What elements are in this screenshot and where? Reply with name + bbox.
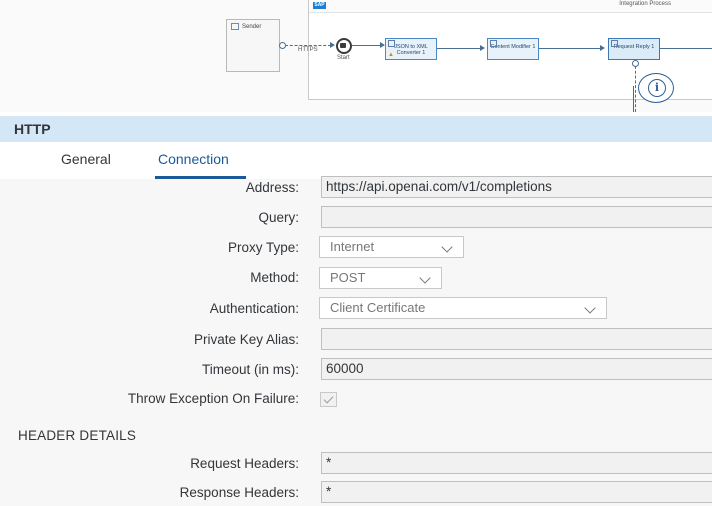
query-field[interactable] (321, 206, 712, 228)
start-message-event[interactable] (336, 38, 352, 54)
flow-edge-1[interactable] (352, 45, 382, 46)
chevron-down-icon (441, 241, 453, 253)
method-label: Method: (250, 270, 299, 285)
throw-exception-checkbox[interactable] (320, 392, 337, 407)
method-value: POST (330, 270, 366, 285)
response-headers-label: Response Headers: (179, 485, 299, 500)
json-to-xml-converter-step[interactable]: JSON to XML Converter 1 ▲ (385, 38, 437, 60)
connection-form: Address: https://api.openai.com/v1/compl… (0, 176, 712, 506)
converter-icon (388, 40, 395, 47)
proxy-type-select[interactable]: Internet (319, 236, 464, 258)
content-modifier-icon (490, 40, 497, 47)
flow-edge-3[interactable] (539, 48, 601, 49)
sap-logo: SAP (313, 2, 326, 9)
step-label: Content Modifier 1 (490, 44, 536, 50)
channel-label: HTTPS (298, 47, 318, 53)
step-label: JSON to XML Converter 1 (394, 44, 428, 56)
sender-channel-edge[interactable] (285, 45, 331, 46)
flow-arrow-2 (480, 45, 485, 51)
timeout-field[interactable]: 60000 (321, 358, 712, 380)
request-reply-icon (611, 40, 618, 47)
start-label: Start (337, 55, 350, 61)
pool-title: Integration Process (619, 1, 671, 7)
method-select[interactable]: POST (319, 267, 442, 289)
tab-general[interactable]: General (61, 151, 111, 167)
authentication-value: Client Certificate (330, 300, 426, 315)
proxy-type-label: Proxy Type: (227, 240, 299, 255)
tab-connection[interactable]: Connection (158, 151, 229, 167)
sender-channel-arrow (330, 42, 335, 48)
chevron-down-icon (419, 272, 431, 284)
response-headers-field[interactable]: * (321, 481, 712, 503)
authentication-label: Authentication: (209, 301, 299, 316)
flow-arrow-3 (600, 45, 605, 51)
receiver-channel-edge[interactable] (635, 66, 636, 112)
participant-icon (231, 23, 239, 30)
sender-label: Sender (242, 24, 262, 31)
throw-exception-label: Throw Exception On Failure: (127, 391, 299, 406)
private-key-alias-label: Private Key Alias: (193, 332, 299, 347)
sender-header: Sender (227, 20, 279, 30)
step-label: Request Reply 1 (613, 44, 655, 50)
panel-title: HTTP (0, 116, 712, 142)
receiver-info-icon[interactable]: i (638, 73, 674, 103)
properties-tabs: General Connection (0, 142, 712, 180)
private-key-alias-field[interactable] (321, 328, 712, 350)
warning-icon: ▲ (388, 52, 394, 58)
header-details-heading: HEADER DETAILS (18, 428, 137, 443)
timeout-label: Timeout (in ms): (201, 362, 299, 377)
flow-edge-4[interactable] (660, 48, 712, 49)
request-headers-label: Request Headers: (190, 456, 299, 471)
query-label: Query: (258, 210, 299, 225)
chevron-down-icon (584, 302, 596, 314)
integration-flow-canvas[interactable]: SAP Integration Process Sender HTTPS Sta… (0, 0, 712, 112)
request-reply-step[interactable]: Request Reply 1 (608, 38, 660, 60)
address-field[interactable]: https://api.openai.com/v1/completions (321, 176, 712, 198)
content-modifier-step[interactable]: Content Modifier 1 (487, 38, 539, 60)
flow-edge-2[interactable] (437, 48, 482, 49)
authentication-select[interactable]: Client Certificate (319, 297, 607, 319)
address-label: Address: (245, 180, 299, 195)
sender-participant[interactable]: Sender (226, 19, 280, 72)
proxy-type-value: Internet (330, 239, 375, 254)
info-icon: i (648, 79, 666, 97)
pool-header: SAP Integration Process (309, 0, 712, 13)
receiver-channel-line (633, 86, 634, 112)
request-headers-field[interactable]: * (321, 452, 712, 474)
